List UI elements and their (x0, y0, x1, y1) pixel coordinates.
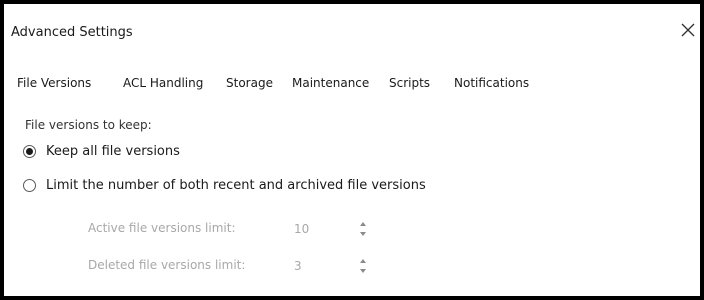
keep-all-versions-radio[interactable] (23, 144, 36, 158)
deleted-versions-stepper-arrows[interactable] (358, 257, 368, 277)
active-versions-stepper-arrows[interactable] (358, 220, 368, 240)
active-versions-limit-value[interactable]: 10 (294, 222, 309, 236)
tab-notifications[interactable]: Notifications (454, 76, 529, 90)
tab-file-versions[interactable]: File Versions (17, 76, 91, 90)
deleted-versions-limit-label: Deleted file versions limit: (88, 258, 246, 272)
close-icon (681, 23, 695, 37)
keep-all-versions-label: Keep all file versions (46, 143, 180, 159)
tab-maintenance[interactable]: Maintenance (292, 76, 369, 90)
stepper-arrows-icon (360, 222, 366, 236)
stepper-arrows-icon (360, 259, 366, 273)
advanced-settings-dialog: Advanced Settings File Versions ACL Hand… (4, 4, 700, 296)
tab-scripts[interactable]: Scripts (389, 76, 430, 90)
limit-versions-label: Limit the number of both recent and arch… (46, 177, 426, 193)
limit-versions-radio[interactable] (23, 178, 36, 192)
limit-versions-option[interactable]: Limit the number of both recent and arch… (23, 176, 426, 194)
dialog-title: Advanced Settings (11, 25, 133, 40)
deleted-versions-limit-value[interactable]: 3 (294, 259, 302, 273)
tab-acl-handling[interactable]: ACL Handling (123, 76, 203, 90)
active-versions-limit-label: Active file versions limit: (88, 221, 236, 235)
tab-storage[interactable]: Storage (226, 76, 273, 90)
close-button[interactable] (679, 21, 699, 41)
file-versions-section-label: File versions to keep: (25, 118, 152, 132)
keep-all-versions-option[interactable]: Keep all file versions (23, 142, 180, 160)
